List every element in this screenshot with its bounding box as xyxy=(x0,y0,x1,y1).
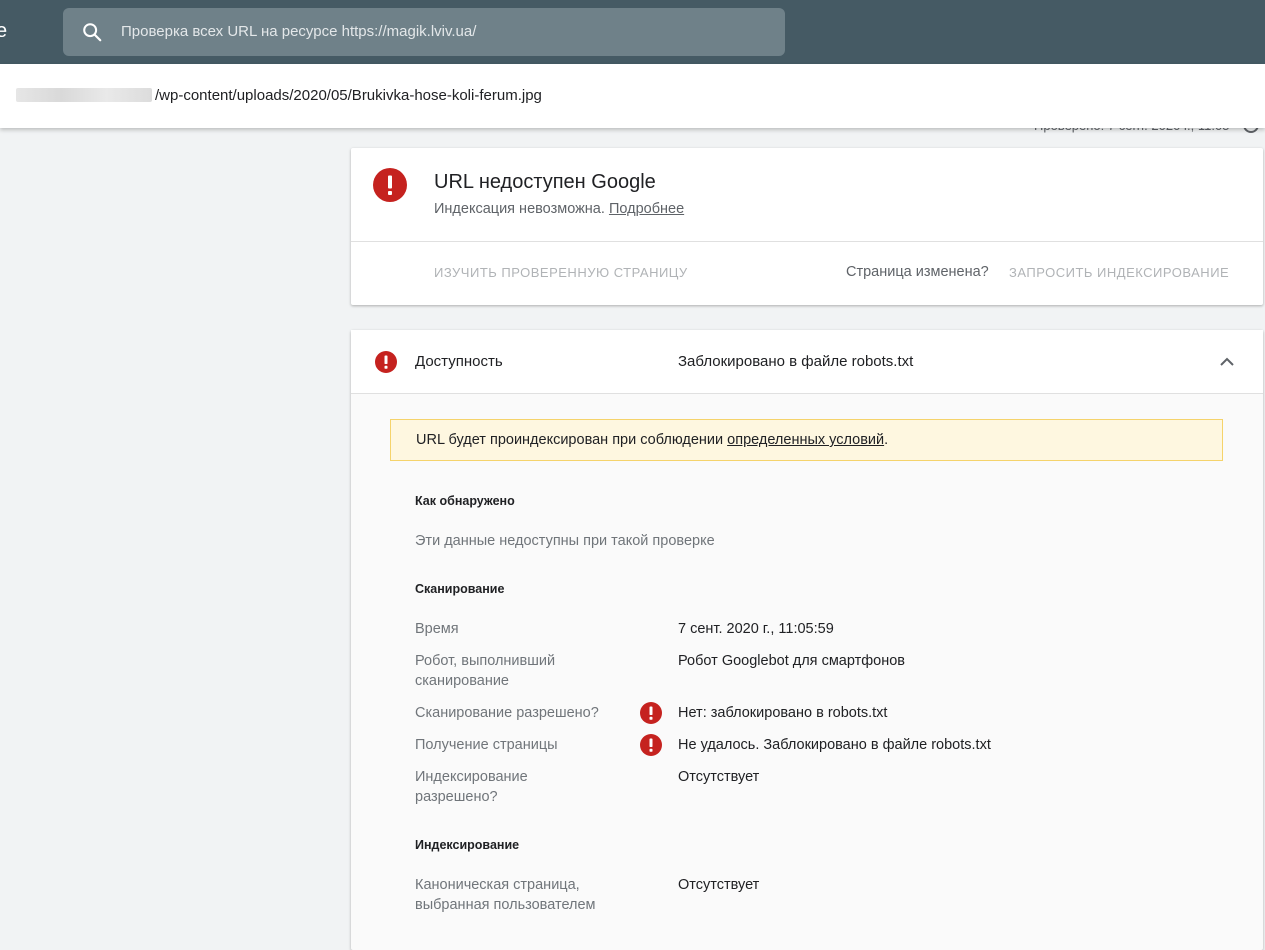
notice-text-after: . xyxy=(884,432,889,448)
redacted-domain xyxy=(16,88,152,102)
inspected-url-path: /wp-content/uploads/2020/05/Brukivka-hos… xyxy=(155,87,542,104)
url-inspection-search[interactable]: Проверка всех URL на ресурсе https://mag… xyxy=(63,8,785,56)
status-subtitle: Индексация невозможна. Подробнее xyxy=(434,200,684,218)
error-icon xyxy=(640,702,662,724)
notice-text: URL будет проиндексирован при соблюдении… xyxy=(416,432,888,448)
indexing-allowed-label: Индексирование разрешено? xyxy=(415,769,528,805)
error-icon xyxy=(640,734,662,756)
indexing-allowed-value: Отсутствует xyxy=(678,769,760,785)
top-app-bar: e Проверка всех URL на ресурсе https://m… xyxy=(0,0,1265,64)
search-icon xyxy=(83,23,102,42)
chevron-up-icon[interactable] xyxy=(1217,352,1237,372)
indexing-conditions-notice: URL будет проиндексирован при соблюдении… xyxy=(390,419,1223,461)
coverage-value: Заблокировано в файле robots.txt xyxy=(678,353,914,370)
search-input-text[interactable]: Проверка всех URL на ресурсе https://mag… xyxy=(121,23,476,41)
notice-text-before: URL будет проиндексирован при соблюдении xyxy=(416,432,728,448)
request-indexing-button[interactable]: ЗАПРОСИТЬ ИНДЕКСИРОВАНИЕ xyxy=(1009,265,1229,280)
user-canonical-label: Каноническая страница, выбранная пользов… xyxy=(415,877,596,913)
app-title-fragment: e xyxy=(0,20,8,42)
status-subtitle-text: Индексация невозможна. xyxy=(434,201,605,217)
learn-more-link[interactable]: Подробнее xyxy=(609,201,684,217)
crawl-allowed-value: Нет: заблокировано в robots.txt xyxy=(678,705,888,721)
conditions-link[interactable]: определенных условий xyxy=(727,432,884,448)
card-divider xyxy=(351,241,1263,242)
crawler-value: Робот Googlebot для смартфонов xyxy=(678,653,906,669)
inspect-crawled-page-button[interactable]: ИЗУЧИТЬ ПРОВЕРЕННУЮ СТРАНИЦУ xyxy=(434,265,688,280)
crawl-time-value: 7 сент. 2020 г., 11:05:59 xyxy=(678,621,834,637)
error-icon xyxy=(375,351,397,373)
discovery-unavailable-text: Эти данные недоступны при такой проверке xyxy=(415,533,715,549)
discovery-section-title: Как обнаружено xyxy=(415,494,515,508)
crawler-label: Робот, выполнивший сканирование xyxy=(415,653,556,689)
status-title: URL недоступен Google xyxy=(434,171,656,193)
page-fetch-label: Получение страницы xyxy=(415,737,558,753)
coverage-header[interactable]: Доступность Заблокировано в файле robots… xyxy=(351,330,1263,394)
url-status-card: URL недоступен Google Индексация невозмо… xyxy=(351,148,1263,305)
coverage-label: Доступность xyxy=(415,353,503,370)
error-icon xyxy=(373,168,407,202)
page-fetch-value: Не удалось. Заблокировано в файле robots… xyxy=(678,737,991,753)
crawl-section-title: Сканирование xyxy=(415,582,505,596)
coverage-details-card: Доступность Заблокировано в файле robots… xyxy=(351,330,1263,950)
page-changed-label: Страница изменена? xyxy=(846,264,989,280)
crawl-allowed-label: Сканирование разрешено? xyxy=(415,705,599,721)
indexing-section-title: Индексирование xyxy=(415,838,520,852)
crawl-time-label: Время xyxy=(415,621,459,637)
user-canonical-value: Отсутствует xyxy=(678,877,760,893)
